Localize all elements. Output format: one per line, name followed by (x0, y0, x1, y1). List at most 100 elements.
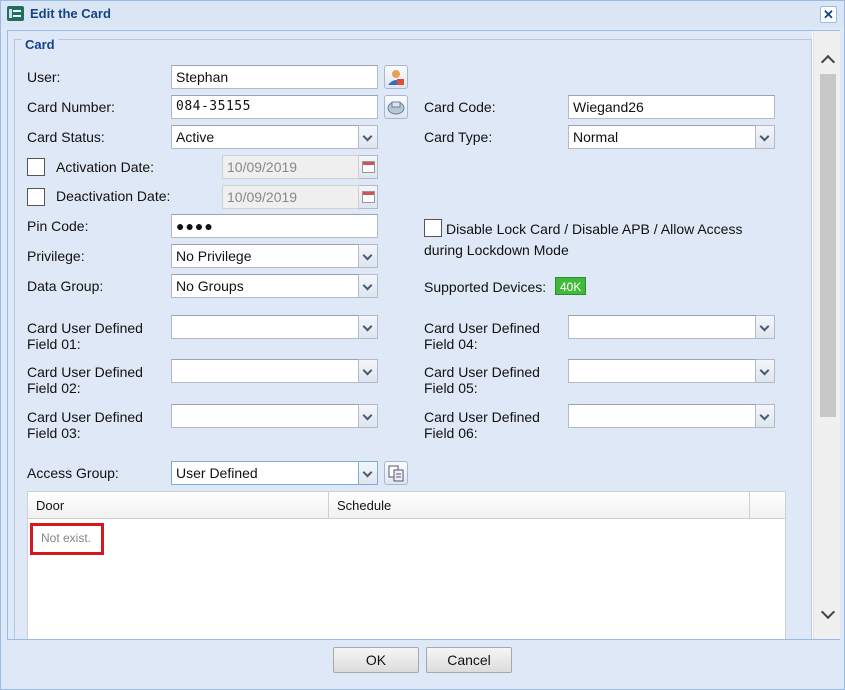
udf-02-dropdown[interactable] (359, 359, 378, 383)
deactivation-date-label: Deactivation Date: (56, 188, 171, 204)
card-status-select[interactable]: Active (171, 125, 378, 149)
chevron-down-icon (759, 321, 770, 332)
scroll-down-button[interactable] (819, 604, 836, 623)
dialog-titlebar[interactable]: Edit the Card ✕ (1, 1, 844, 27)
udf-05-value[interactable] (568, 359, 756, 383)
chevron-down-icon (362, 410, 373, 421)
udf-03-value[interactable] (171, 404, 359, 428)
deactivation-date-checkbox[interactable] (27, 188, 45, 206)
deactivation-date-value[interactable]: 10/09/2019 (222, 185, 359, 209)
fieldset-legend: Card (22, 37, 58, 52)
udf-06-dropdown[interactable] (756, 404, 775, 428)
udf-04-select[interactable] (568, 315, 775, 339)
card-type-select[interactable]: Normal (568, 125, 775, 149)
deactivation-date-field[interactable]: 10/09/2019 (222, 185, 378, 209)
card-type-dropdown[interactable] (756, 125, 775, 149)
read-card-button[interactable] (384, 95, 408, 119)
card-reader-icon (387, 101, 405, 115)
udf-02-value[interactable] (171, 359, 359, 383)
activation-date-label: Activation Date: (56, 159, 155, 175)
user-input[interactable]: Stephan (171, 65, 378, 89)
card-code-label: Card Code: (424, 99, 496, 115)
column-schedule[interactable]: Schedule (329, 492, 750, 519)
pin-code-input[interactable]: ●●●● (171, 214, 378, 238)
activation-date-value[interactable]: 10/09/2019 (222, 155, 359, 179)
udf-06-label: Card User Defined Field 06: (424, 409, 540, 441)
data-group-label: Data Group: (27, 278, 104, 294)
card-status-value[interactable]: Active (171, 125, 359, 149)
user-label: User: (27, 69, 61, 85)
chevron-down-icon (759, 131, 770, 142)
column-door[interactable]: Door (28, 492, 329, 519)
dialog-body: Card User: Stephan Card Number: 084-3515… (7, 30, 840, 640)
activation-date-picker[interactable] (359, 155, 378, 179)
chevron-down-icon (362, 131, 373, 142)
card-code-input[interactable]: Wiegand26 (568, 95, 775, 119)
card-icon (7, 6, 24, 21)
chevron-down-icon (362, 250, 373, 261)
udf-04-dropdown[interactable] (756, 315, 775, 339)
card-type-value[interactable]: Normal (568, 125, 756, 149)
udf-05-select[interactable] (568, 359, 775, 383)
copy-icon (388, 465, 404, 482)
udf-01-dropdown[interactable] (359, 315, 378, 339)
udf-03-label: Card User Defined Field 03: (27, 409, 143, 441)
udf-05-label: Card User Defined Field 05: (424, 364, 540, 396)
data-group-value[interactable]: No Groups (171, 274, 359, 298)
chevron-down-icon (362, 467, 373, 478)
close-button[interactable]: ✕ (820, 6, 837, 23)
access-group-dropdown[interactable] (359, 461, 378, 485)
calendar-icon (362, 191, 375, 203)
deactivation-date-picker[interactable] (359, 185, 378, 209)
grid-header: Door Schedule (28, 492, 785, 519)
access-group-grid: Door Schedule Not exist. (27, 491, 786, 639)
udf-03-dropdown[interactable] (359, 404, 378, 428)
privilege-dropdown[interactable] (359, 244, 378, 268)
copy-access-group-button[interactable] (384, 461, 408, 485)
udf-05-dropdown[interactable] (756, 359, 775, 383)
chevron-down-icon (362, 365, 373, 376)
user-select-icon (388, 70, 404, 85)
edit-card-dialog: Edit the Card ✕ Card User: Stephan Card … (0, 0, 845, 690)
scroll-thumb[interactable] (820, 74, 836, 417)
card-status-dropdown[interactable] (359, 125, 378, 149)
udf-06-value[interactable] (568, 404, 756, 428)
privilege-label: Privilege: (27, 248, 85, 264)
card-status-label: Card Status: (27, 129, 105, 145)
udf-01-select[interactable] (171, 315, 378, 339)
card-number-input[interactable]: 084-35155 (171, 95, 378, 119)
calendar-icon (362, 161, 375, 173)
chevron-up-icon (820, 54, 835, 70)
access-group-value[interactable]: User Defined (171, 461, 359, 485)
pin-code-label: Pin Code: (27, 218, 89, 234)
select-user-button[interactable] (384, 65, 408, 89)
chevron-down-icon (759, 410, 770, 421)
form-content: Card User: Stephan Card Number: 084-3515… (8, 31, 812, 639)
privilege-select[interactable]: No Privilege (171, 244, 378, 268)
ok-button[interactable]: OK (333, 647, 419, 673)
supported-devices-badge: 40K (555, 277, 587, 295)
activation-date-field[interactable]: 10/09/2019 (222, 155, 378, 179)
data-group-select[interactable]: No Groups (171, 274, 378, 298)
udf-02-select[interactable] (171, 359, 378, 383)
activation-date-checkbox[interactable] (27, 158, 45, 176)
udf-01-label: Card User Defined Field 01: (27, 320, 143, 352)
udf-06-select[interactable] (568, 404, 775, 428)
privilege-value[interactable]: No Privilege (171, 244, 359, 268)
udf-02-label: Card User Defined Field 02: (27, 364, 143, 396)
card-number-label: Card Number: (27, 99, 115, 115)
udf-04-value[interactable] (568, 315, 756, 339)
supported-devices-label: Supported Devices: (424, 279, 547, 295)
udf-03-select[interactable] (171, 404, 378, 428)
cancel-button[interactable]: Cancel (426, 647, 512, 673)
scroll-up-button[interactable] (819, 51, 836, 70)
vertical-scrollbar[interactable] (813, 31, 840, 639)
udf-04-label: Card User Defined Field 04: (424, 320, 540, 352)
udf-01-value[interactable] (171, 315, 359, 339)
data-group-dropdown[interactable] (359, 274, 378, 298)
chevron-down-icon (362, 280, 373, 291)
access-group-label: Access Group: (27, 465, 119, 481)
dialog-title: Edit the Card (30, 6, 111, 21)
disable-lock-label: Disable Lock Card / Disable APB / Allow … (424, 221, 743, 258)
access-group-select[interactable]: User Defined (171, 461, 378, 485)
